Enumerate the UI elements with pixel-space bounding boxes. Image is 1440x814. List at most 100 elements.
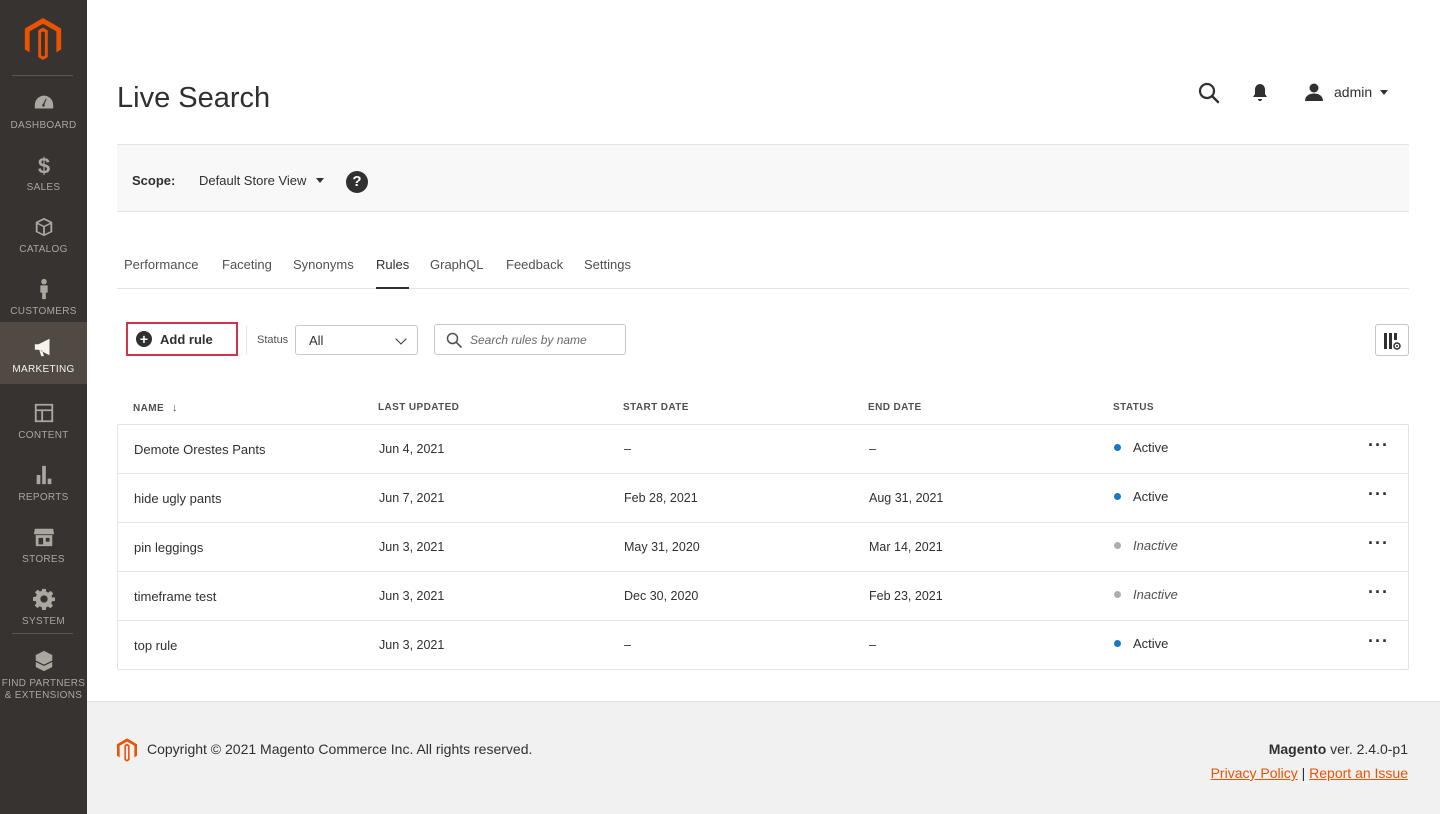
help-icon[interactable]: ?: [346, 171, 368, 193]
notifications-bell-icon[interactable]: [1251, 83, 1269, 103]
scope-switcher[interactable]: Default Store View: [199, 173, 325, 188]
rule-end-date: Mar 14, 2021: [869, 540, 943, 554]
sidebar-item-label: DASHBOARD: [10, 120, 77, 131]
rule-end-date: Aug 31, 2021: [869, 491, 944, 505]
privacy-policy-link[interactable]: Privacy Policy: [1211, 765, 1298, 781]
sidebar-item-system[interactable]: SYSTEM: [0, 574, 87, 636]
sidebar-item-sales[interactable]: $ SALES: [0, 140, 87, 202]
sidebar-item-dashboard[interactable]: DASHBOARD: [0, 78, 87, 140]
table-row[interactable]: Demote Orestes Pants Jun 4, 2021 – – Act…: [118, 425, 1408, 474]
tab-feedback[interactable]: Feedback: [506, 257, 563, 289]
more-actions-icon[interactable]: ···: [1368, 436, 1389, 454]
person-icon: [0, 278, 87, 302]
table-row[interactable]: timeframe test Jun 3, 2021 Dec 30, 2020 …: [118, 572, 1408, 621]
rule-status: Active: [1114, 489, 1168, 504]
arrow-down-icon: ↓: [172, 402, 178, 414]
table-row[interactable]: pin leggings Jun 3, 2021 May 31, 2020 Ma…: [118, 523, 1408, 572]
sidebar-item-content[interactable]: CONTENT: [0, 388, 87, 450]
status-text: Active: [1133, 636, 1169, 651]
rule-end-date: –: [869, 442, 876, 456]
status-text: Active: [1133, 440, 1169, 455]
link-separator: |: [1301, 765, 1306, 781]
add-rule-button[interactable]: + Add rule: [126, 322, 238, 356]
rule-last-updated: Jun 4, 2021: [379, 442, 445, 456]
rule-last-updated: Jun 3, 2021: [379, 589, 445, 603]
report-issue-link[interactable]: Report an Issue: [1309, 765, 1408, 781]
table-row[interactable]: hide ugly pants Jun 7, 2021 Feb 28, 2021…: [118, 474, 1408, 523]
toolbar-divider: [246, 326, 247, 354]
megaphone-icon: [0, 336, 87, 360]
sidebar-item-label: CONTENT: [18, 430, 69, 441]
tab-performance[interactable]: Performance: [124, 257, 198, 289]
rule-status: Active: [1114, 440, 1168, 455]
more-actions-icon[interactable]: ···: [1368, 583, 1389, 601]
footer-links: Privacy Policy | Report an Issue: [1211, 765, 1408, 781]
column-header-last-updated[interactable]: LAST UPDATED: [378, 402, 459, 413]
rule-name: Demote Orestes Pants: [134, 442, 266, 457]
more-actions-icon[interactable]: ···: [1368, 485, 1389, 503]
status-dot-icon: [1114, 591, 1121, 599]
sidebar-item-marketing[interactable]: MARKETING: [0, 322, 87, 384]
dashboard-icon: [0, 92, 87, 116]
status-dot-icon: [1114, 493, 1121, 501]
sidebar-divider: [12, 75, 73, 76]
tab-rules[interactable]: Rules: [376, 257, 410, 289]
tab-graphql[interactable]: GraphQL: [430, 257, 483, 289]
status-dot-icon: [1114, 444, 1121, 452]
tab-settings[interactable]: Settings: [584, 257, 631, 289]
sidebar-item-find-partners[interactable]: FIND PARTNERS & EXTENSIONS: [0, 636, 87, 702]
sidebar-item-label: SALES: [26, 182, 61, 193]
bar-chart-icon: [0, 464, 87, 488]
column-header-start-date[interactable]: START DATE: [623, 402, 689, 413]
tab-faceting[interactable]: Faceting: [222, 257, 272, 289]
more-actions-icon[interactable]: ···: [1368, 632, 1389, 650]
status-text: Inactive: [1133, 587, 1178, 602]
page-footer: Copyright © 2021 Magento Commerce Inc. A…: [87, 701, 1440, 814]
box-icon: [0, 216, 87, 240]
sidebar-item-catalog[interactable]: CATALOG: [0, 202, 87, 264]
tab-bar: Performance Faceting Synonyms Rules Grap…: [117, 252, 1409, 289]
column-header-end-date[interactable]: END DATE: [868, 402, 922, 413]
gear-icon: [0, 588, 87, 612]
search-icon: [446, 332, 462, 348]
rule-status: Active: [1114, 636, 1168, 651]
version-text: ver. 2.4.0-p1: [1326, 741, 1408, 757]
status-filter-value: All: [309, 332, 324, 348]
sidebar-item-label: CATALOG: [19, 244, 68, 255]
magento-logo[interactable]: [24, 18, 62, 60]
sidebar-item-label-line2: & EXTENSIONS: [4, 690, 83, 701]
status-filter-select[interactable]: All: [295, 325, 418, 355]
table-row[interactable]: top rule Jun 3, 2021 – – Active ···: [118, 621, 1408, 670]
tab-synonyms[interactable]: Synonyms: [293, 257, 354, 289]
sidebar-item-label: MARKETING: [12, 364, 75, 375]
copyright-text: Copyright © 2021 Magento Commerce Inc. A…: [147, 741, 533, 757]
rules-table: Demote Orestes Pants Jun 4, 2021 – – Act…: [117, 424, 1409, 670]
global-search-icon[interactable]: [1197, 81, 1221, 105]
dollar-icon: $: [0, 153, 87, 178]
sidebar-item-label: FIND PARTNERS: [1, 678, 86, 689]
rule-status: Inactive: [1114, 587, 1178, 602]
scope-value: Default Store View: [199, 173, 307, 188]
column-header-status[interactable]: STATUS: [1113, 402, 1154, 413]
rule-start-date: May 31, 2020: [624, 540, 700, 554]
rule-status: Inactive: [1114, 538, 1178, 553]
sidebar-item-reports[interactable]: REPORTS: [0, 450, 87, 512]
rule-last-updated: Jun 3, 2021: [379, 540, 445, 554]
status-text: Active: [1133, 489, 1169, 504]
svg-text:$: $: [37, 154, 49, 176]
column-header-name[interactable]: NAME ↓: [133, 402, 178, 414]
admin-user-menu[interactable]: admin: [1304, 82, 1389, 102]
extensions-icon: [0, 650, 87, 674]
rule-end-date: Feb 23, 2021: [869, 589, 943, 603]
column-settings-button[interactable]: [1375, 324, 1409, 356]
admin-sidebar: DASHBOARD $ SALES CATALOG CUSTOMERS MARK…: [0, 0, 87, 814]
sidebar-item-stores[interactable]: STORES: [0, 512, 87, 574]
sidebar-item-customers[interactable]: CUSTOMERS: [0, 264, 87, 326]
rule-start-date: –: [624, 638, 631, 652]
more-actions-icon[interactable]: ···: [1368, 534, 1389, 552]
version-info: Magento ver. 2.4.0-p1: [1269, 741, 1408, 757]
admin-username: admin: [1334, 84, 1373, 100]
column-header-label: NAME: [133, 403, 165, 414]
magento-logo: [117, 738, 137, 762]
search-rules-input[interactable]: [470, 330, 620, 350]
